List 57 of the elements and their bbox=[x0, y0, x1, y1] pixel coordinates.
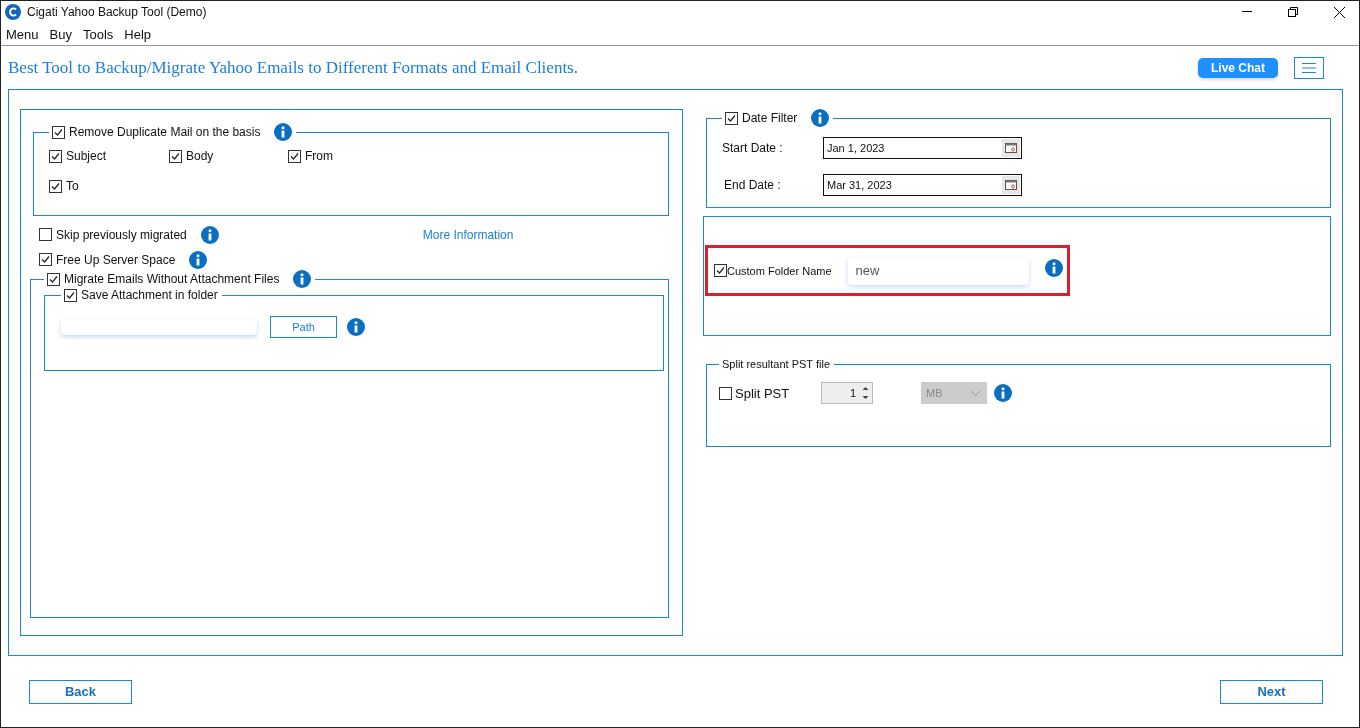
path-button[interactable]: Path bbox=[270, 316, 337, 338]
calendar-icon[interactable] bbox=[1002, 175, 1020, 194]
next-button[interactable]: Next bbox=[1220, 679, 1323, 704]
minimize-icon[interactable] bbox=[1242, 11, 1252, 13]
checkbox[interactable] bbox=[288, 149, 301, 163]
checkbox-label: Subject bbox=[66, 149, 107, 163]
menu-button[interactable] bbox=[1294, 56, 1324, 79]
info-icon[interactable] bbox=[200, 225, 219, 244]
info-icon[interactable] bbox=[347, 318, 365, 336]
checkbox[interactable] bbox=[714, 264, 727, 277]
info-icon[interactable] bbox=[189, 250, 208, 269]
info-icon[interactable] bbox=[811, 109, 830, 127]
chevron-down-icon bbox=[971, 390, 980, 396]
more-information-link[interactable]: More Information bbox=[422, 227, 514, 242]
info-icon[interactable] bbox=[274, 123, 293, 141]
checkbox[interactable] bbox=[64, 288, 77, 302]
group-title: Split resultant PST file bbox=[722, 358, 830, 370]
checkbox-label: From bbox=[305, 149, 333, 163]
end-date-field[interactable]: Mar 31, 2023 bbox=[823, 173, 1022, 196]
checkbox-label: Split PST bbox=[735, 385, 791, 401]
close-icon[interactable] bbox=[1334, 6, 1345, 18]
checkbox-label: Custom Folder Name bbox=[727, 264, 832, 277]
checkbox-label: Date Filter bbox=[742, 111, 798, 125]
checkbox[interactable] bbox=[47, 272, 60, 286]
checkbox-label: To bbox=[66, 179, 79, 193]
checkbox[interactable] bbox=[39, 228, 52, 241]
checkbox[interactable] bbox=[52, 125, 65, 139]
window-title: Cigati Yahoo Backup Tool (Demo) bbox=[27, 5, 207, 19]
checkbox-label: Save Attachment in folder bbox=[81, 288, 218, 302]
menu-item[interactable]: Tools bbox=[82, 26, 114, 42]
menu-icon bbox=[1302, 62, 1316, 73]
menu-item[interactable]: Buy bbox=[49, 26, 72, 42]
path-field[interactable] bbox=[61, 319, 257, 335]
checkbox[interactable] bbox=[49, 149, 62, 163]
menu-item[interactable]: Help bbox=[124, 26, 152, 42]
restore-icon[interactable] bbox=[1288, 7, 1298, 17]
folder-name-field[interactable]: new bbox=[847, 256, 1029, 285]
checkbox-label: Remove Duplicate Mail on the basis bbox=[69, 125, 261, 139]
info-icon[interactable] bbox=[293, 270, 312, 288]
tagline: Best Tool to Backup/Migrate Yahoo Emails to Different Formats and Email Clients. bbox=[8, 57, 578, 78]
start-date-field[interactable]: Jan 1, 2023 bbox=[823, 136, 1022, 159]
checkbox[interactable] bbox=[725, 111, 738, 125]
checkbox[interactable] bbox=[39, 253, 52, 266]
start-date-label: Start Date : bbox=[722, 140, 784, 155]
app-logo-icon bbox=[5, 4, 21, 20]
checkbox-label: Free Up Server Space bbox=[56, 252, 176, 267]
end-date-label: End Date : bbox=[723, 177, 782, 192]
calendar-icon[interactable] bbox=[1002, 138, 1020, 157]
menu-item[interactable]: Menu bbox=[6, 26, 39, 42]
checkbox[interactable] bbox=[169, 149, 182, 163]
checkbox-label: Body bbox=[186, 149, 214, 163]
checkbox-label: Migrate Emails Without Attachment Files bbox=[64, 272, 280, 286]
info-icon[interactable] bbox=[994, 384, 1012, 402]
checkbox-label: Skip previously migrated bbox=[56, 227, 187, 242]
back-button[interactable]: Back bbox=[29, 679, 132, 704]
checkbox[interactable] bbox=[49, 179, 62, 193]
info-icon[interactable] bbox=[1044, 258, 1063, 277]
